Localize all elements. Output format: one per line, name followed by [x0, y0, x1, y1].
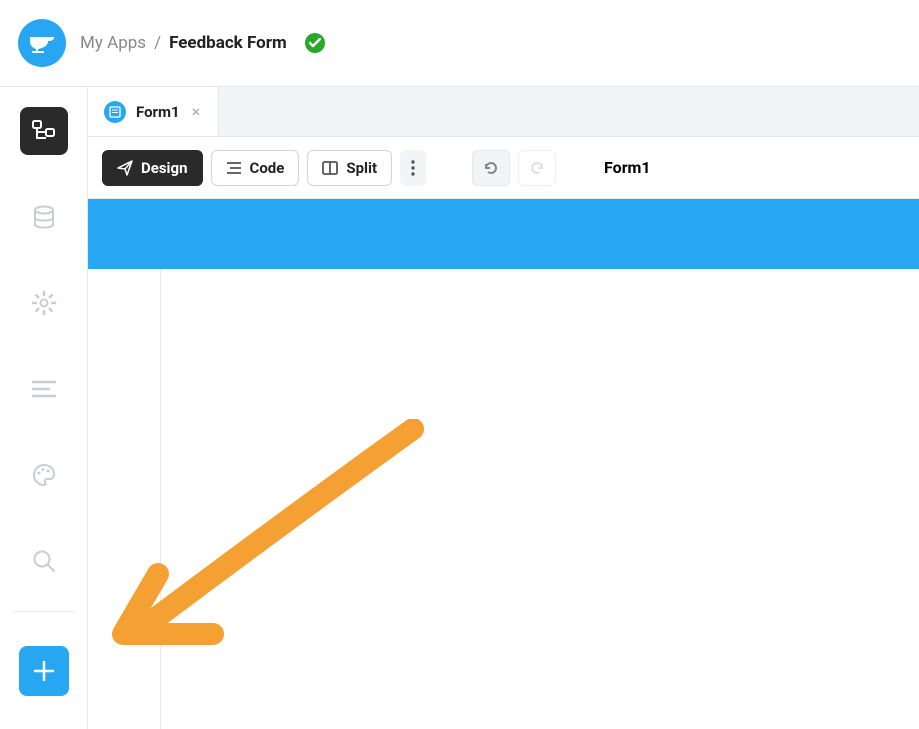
code-button[interactable]: Code	[211, 150, 300, 186]
breadcrumb: My Apps / Feedback Form	[80, 33, 287, 53]
tabs-bar: Form1 ×	[88, 87, 919, 137]
sidebar-item-theme[interactable]	[20, 451, 68, 499]
check-icon	[309, 38, 321, 48]
content: Form1 × Design Code	[88, 87, 919, 729]
anvil-logo[interactable]	[18, 19, 66, 67]
form-canvas[interactable]	[160, 269, 919, 729]
header: My Apps / Feedback Form	[0, 0, 919, 87]
database-icon	[31, 204, 57, 230]
split-button[interactable]: Split	[307, 150, 392, 186]
list-icon	[226, 161, 242, 175]
dots-vertical-icon	[411, 160, 415, 176]
breadcrumb-separator: /	[154, 33, 161, 53]
split-label: Split	[346, 159, 377, 177]
tab-form1[interactable]: Form1 ×	[88, 87, 219, 136]
sidebar-divider	[14, 611, 74, 612]
design-label: Design	[141, 159, 188, 177]
sidebar-item-add[interactable]	[19, 646, 69, 696]
main-area: Form1 × Design Code	[0, 87, 919, 729]
search-icon	[31, 548, 57, 574]
sidebar-item-database[interactable]	[20, 193, 68, 241]
redo-button[interactable]	[518, 150, 556, 186]
form-name-label: Form1	[604, 158, 651, 177]
form-header-banner[interactable]	[88, 199, 919, 269]
anvil-icon	[28, 33, 56, 53]
lines-icon	[31, 380, 57, 398]
redo-icon	[528, 159, 546, 177]
split-icon	[322, 161, 338, 175]
breadcrumb-current: Feedback Form	[169, 33, 287, 53]
sidebar-item-text[interactable]	[20, 365, 68, 413]
sidebar-item-search[interactable]	[20, 537, 68, 585]
more-options-button[interactable]	[400, 150, 426, 186]
canvas-area	[88, 199, 919, 729]
tab-label: Form1	[136, 103, 180, 121]
form-icon	[104, 101, 126, 123]
palette-icon	[31, 462, 57, 488]
gear-icon	[31, 290, 57, 316]
toolbar: Design Code Split	[88, 137, 919, 199]
tab-close-button[interactable]: ×	[190, 102, 203, 121]
design-button[interactable]: Design	[102, 150, 203, 186]
plus-icon	[32, 659, 56, 683]
status-badge	[305, 33, 325, 53]
sidebar	[0, 87, 88, 729]
breadcrumb-parent[interactable]: My Apps	[80, 33, 146, 53]
sidebar-item-settings[interactable]	[20, 279, 68, 327]
undo-icon	[482, 159, 500, 177]
undo-button[interactable]	[472, 150, 510, 186]
sidebar-item-app-browser[interactable]	[20, 107, 68, 155]
code-label: Code	[250, 159, 285, 177]
tree-icon	[30, 117, 58, 145]
paper-plane-icon	[117, 160, 133, 176]
